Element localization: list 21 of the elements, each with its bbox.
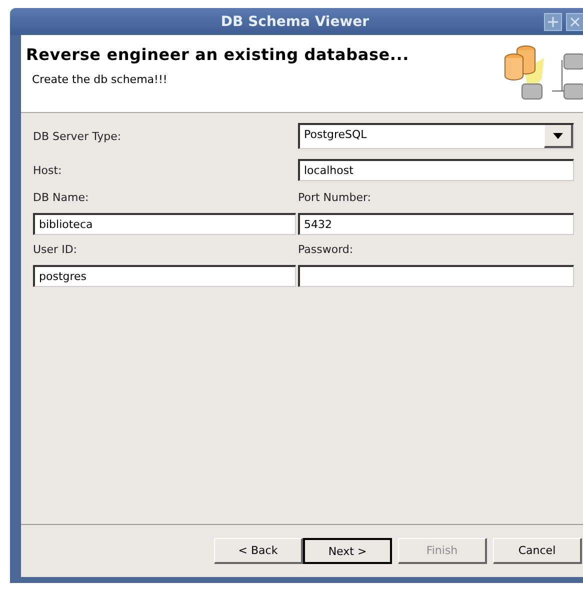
input-field[interactable]: biblioteca — [33, 213, 296, 235]
window-title: DB Schema Viewer — [220, 14, 370, 30]
field-label: DB Server Type: — [33, 130, 122, 142]
input-field[interactable] — [298, 265, 574, 287]
field-label: User ID: — [33, 243, 78, 256]
page-subtitle: Create the db schema!!! — [32, 73, 168, 86]
field-label: DB Name: — [33, 191, 90, 204]
wizard-button[interactable]: Cancel — [493, 538, 582, 564]
close-icon[interactable] — [566, 12, 583, 30]
server-type-dropdown[interactable]: PostgreSQL — [298, 123, 574, 149]
dropdown-arrow-icon — [553, 132, 563, 138]
field-label: Host: — [33, 164, 63, 176]
wizard-button[interactable]: < Back — [214, 538, 303, 564]
wizard-button[interactable]: Next > — [303, 538, 392, 564]
page-title: Reverse engineer an existing database... — [26, 45, 410, 64]
maximize-icon[interactable] — [544, 12, 562, 30]
field-label: Port Number: — [298, 191, 372, 204]
field-label: Password: — [298, 243, 354, 256]
input-field[interactable]: 5432 — [298, 213, 574, 235]
input-field[interactable]: postgres — [33, 265, 296, 287]
input-field[interactable]: localhost — [298, 159, 574, 181]
